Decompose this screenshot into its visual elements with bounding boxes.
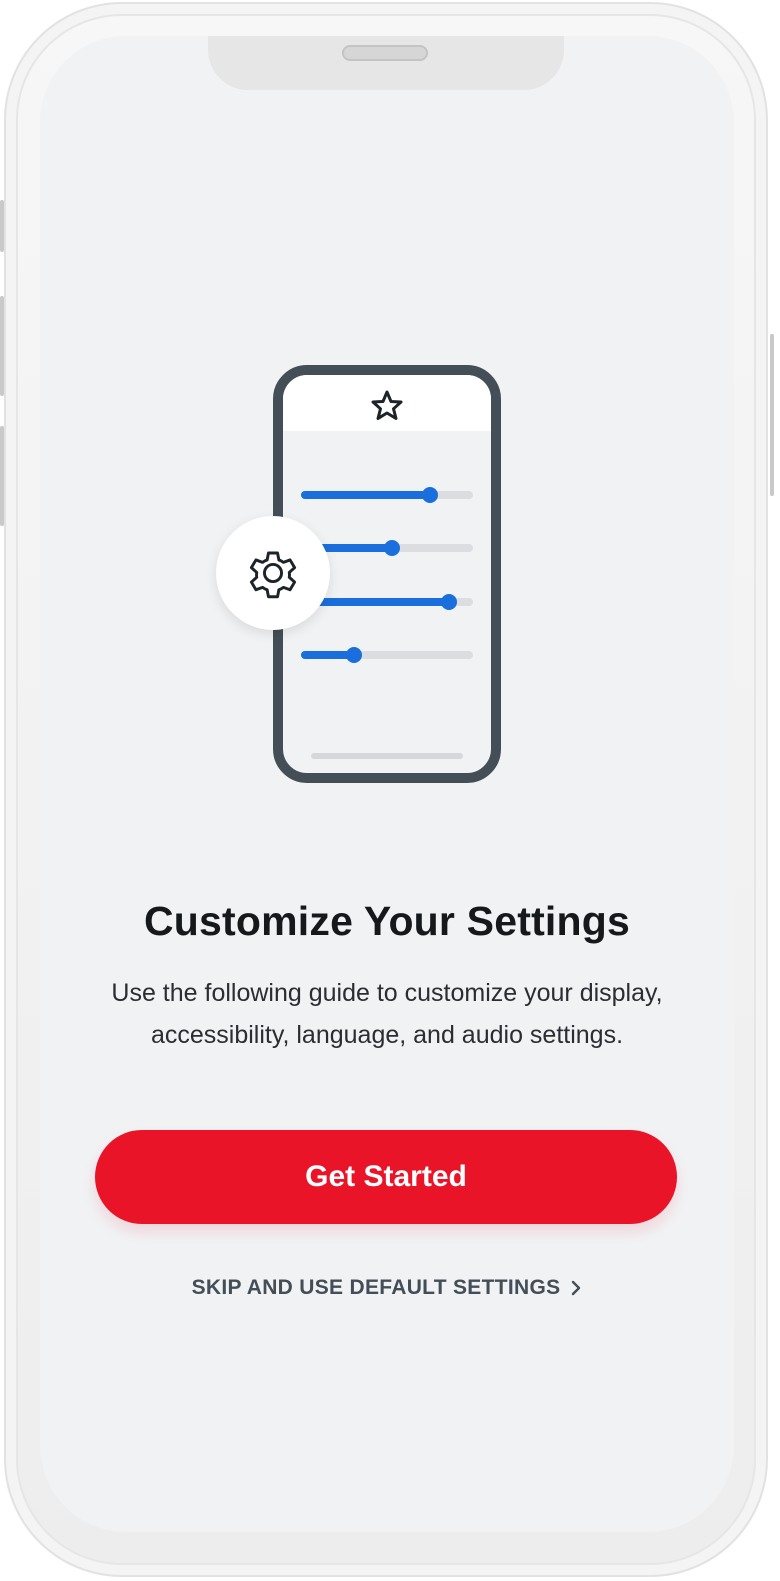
illustration-header: [283, 375, 491, 431]
volume-down-button: [0, 426, 4, 526]
illustration-slider: [301, 594, 473, 610]
get-started-button[interactable]: Get Started: [95, 1130, 677, 1224]
settings-badge: [216, 516, 330, 630]
page-title: Customize Your Settings: [143, 898, 631, 944]
page-description: Use the following guide to customize you…: [111, 979, 663, 1049]
mute-switch: [0, 200, 4, 252]
volume-up-button: [0, 296, 4, 396]
illustration-slider: [301, 647, 473, 663]
illustration-slider: [301, 540, 473, 556]
illustration-slider: [301, 487, 473, 503]
settings-illustration: [40, 36, 734, 836]
illustration-home-indicator: [311, 753, 463, 759]
gear-icon: [249, 551, 297, 599]
skip-default-settings-link[interactable]: SKIP AND USE DEFAULT SETTINGS: [40, 1276, 734, 1300]
chevron-right-icon: [572, 1280, 581, 1296]
skip-link-label: SKIP AND USE DEFAULT SETTINGS: [191, 1276, 561, 1299]
power-button: [770, 334, 774, 496]
star-outline-icon: [371, 390, 403, 420]
screen: Customize Your Settings Use the followin…: [40, 36, 734, 1532]
